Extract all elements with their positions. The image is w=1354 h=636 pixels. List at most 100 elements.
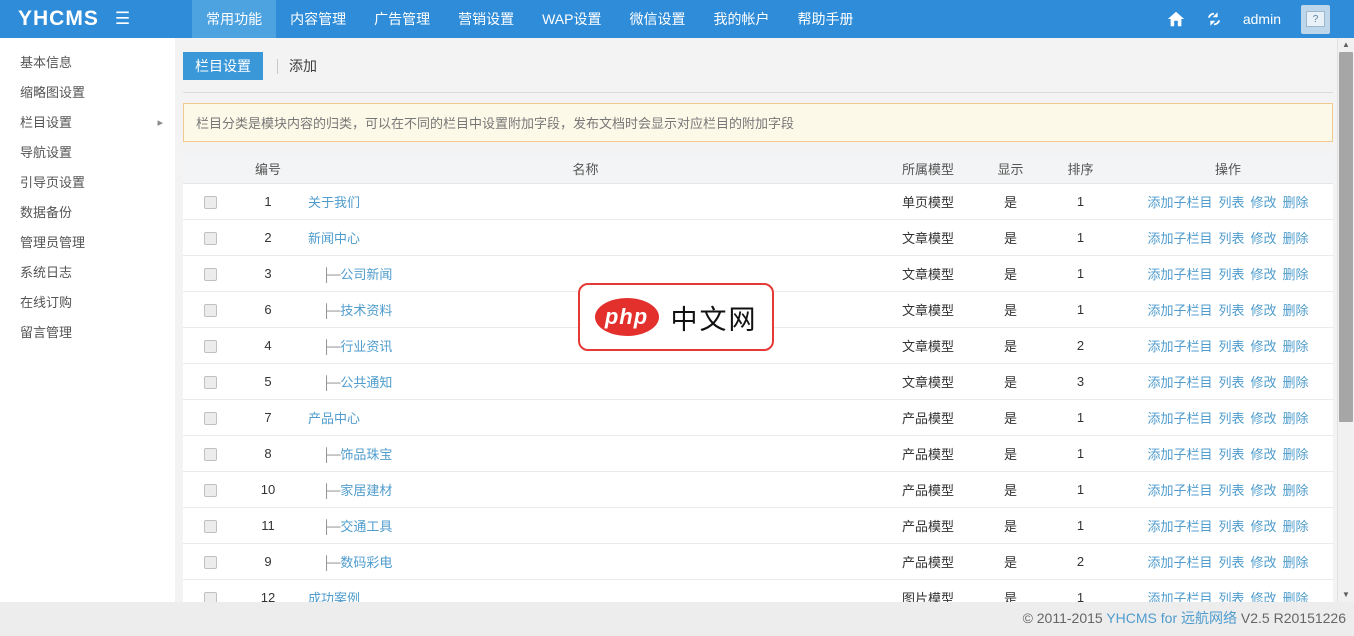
list-link[interactable]: 列表	[1218, 411, 1244, 426]
edit-link[interactable]: 修改	[1251, 267, 1277, 282]
edit-link[interactable]: 修改	[1251, 591, 1277, 603]
list-link[interactable]: 列表	[1218, 267, 1244, 282]
edit-link[interactable]: 修改	[1251, 231, 1277, 246]
avatar[interactable]: ?	[1301, 5, 1330, 34]
column-name-link[interactable]: 新闻中心	[308, 231, 360, 246]
list-link[interactable]: 列表	[1218, 231, 1244, 246]
column-name-link[interactable]: 技术资料	[340, 303, 392, 318]
list-link[interactable]: 列表	[1218, 447, 1244, 462]
add-subcolumn-link[interactable]: 添加子栏目	[1147, 339, 1212, 354]
row-checkbox[interactable]	[204, 520, 217, 533]
sidebar-item-basic-info[interactable]: 基本信息	[0, 48, 175, 78]
edit-link[interactable]: 修改	[1251, 411, 1277, 426]
add-subcolumn-link[interactable]: 添加子栏目	[1147, 267, 1212, 282]
scrollbar-thumb[interactable]	[1339, 52, 1353, 422]
tab-add[interactable]: 添加	[289, 56, 317, 76]
delete-link[interactable]: 删除	[1283, 267, 1309, 282]
list-link[interactable]: 列表	[1218, 339, 1244, 354]
row-checkbox[interactable]	[204, 556, 217, 569]
delete-link[interactable]: 删除	[1283, 303, 1309, 318]
delete-link[interactable]: 删除	[1283, 195, 1309, 210]
edit-link[interactable]: 修改	[1251, 447, 1277, 462]
sidebar-item-thumbnail-settings[interactable]: 缩略图设置	[0, 78, 175, 108]
app-logo[interactable]: YHCMS	[18, 7, 99, 31]
add-subcolumn-link[interactable]: 添加子栏目	[1147, 411, 1212, 426]
edit-link[interactable]: 修改	[1251, 555, 1277, 570]
row-checkbox[interactable]	[204, 376, 217, 389]
sidebar-item-admin-management[interactable]: 管理员管理	[0, 228, 175, 258]
scroll-up-icon[interactable]: ▲	[1338, 38, 1354, 52]
column-name-link[interactable]: 家居建材	[340, 483, 392, 498]
sidebar-item-nav-settings[interactable]: 导航设置	[0, 138, 175, 168]
list-link[interactable]: 列表	[1218, 303, 1244, 318]
nav-item-wechat-settings[interactable]: 微信设置	[615, 0, 699, 38]
column-name-link[interactable]: 行业资讯	[340, 339, 392, 354]
add-subcolumn-link[interactable]: 添加子栏目	[1147, 519, 1212, 534]
delete-link[interactable]: 删除	[1283, 375, 1309, 390]
sidebar-item-guide-page-settings[interactable]: 引导页设置	[0, 168, 175, 198]
column-name-link[interactable]: 关于我们	[308, 195, 360, 210]
sidebar-item-online-order[interactable]: 在线订购	[0, 288, 175, 318]
column-name-link[interactable]: 交通工具	[340, 519, 392, 534]
column-name-link[interactable]: 成功案例	[308, 591, 360, 603]
column-name-link[interactable]: 数码彩电	[340, 555, 392, 570]
row-checkbox[interactable]	[204, 412, 217, 425]
hamburger-menu-icon[interactable]: ☰	[115, 0, 130, 38]
row-checkbox[interactable]	[204, 484, 217, 497]
delete-link[interactable]: 删除	[1283, 339, 1309, 354]
row-checkbox[interactable]	[204, 592, 217, 602]
column-name-link[interactable]: 公司新闻	[340, 267, 392, 282]
refresh-icon[interactable]	[1205, 10, 1223, 28]
row-checkbox[interactable]	[204, 304, 217, 317]
nav-item-my-account[interactable]: 我的帐户	[699, 0, 783, 38]
nav-item-wap-settings[interactable]: WAP设置	[528, 0, 615, 38]
scroll-down-icon[interactable]: ▼	[1338, 588, 1354, 602]
edit-link[interactable]: 修改	[1251, 339, 1277, 354]
nav-item-ad-management[interactable]: 广告管理	[360, 0, 444, 38]
delete-link[interactable]: 删除	[1283, 411, 1309, 426]
add-subcolumn-link[interactable]: 添加子栏目	[1147, 231, 1212, 246]
add-subcolumn-link[interactable]: 添加子栏目	[1147, 483, 1212, 498]
nav-item-marketing-settings[interactable]: 营销设置	[444, 0, 528, 38]
edit-link[interactable]: 修改	[1251, 195, 1277, 210]
tab-column-settings[interactable]: 栏目设置	[183, 52, 263, 80]
edit-link[interactable]: 修改	[1251, 519, 1277, 534]
add-subcolumn-link[interactable]: 添加子栏目	[1147, 555, 1212, 570]
vertical-scrollbar[interactable]: ▲ ▼	[1337, 38, 1354, 602]
sidebar-item-system-log[interactable]: 系统日志	[0, 258, 175, 288]
sidebar-item-message-management[interactable]: 留言管理	[0, 318, 175, 348]
row-checkbox[interactable]	[204, 196, 217, 209]
nav-item-common-functions[interactable]: 常用功能	[192, 0, 276, 38]
delete-link[interactable]: 删除	[1283, 519, 1309, 534]
row-checkbox[interactable]	[204, 232, 217, 245]
add-subcolumn-link[interactable]: 添加子栏目	[1147, 591, 1212, 603]
edit-link[interactable]: 修改	[1251, 483, 1277, 498]
row-checkbox[interactable]	[204, 340, 217, 353]
add-subcolumn-link[interactable]: 添加子栏目	[1147, 375, 1212, 390]
footer-yhcms-link[interactable]: YHCMS for 远航网络	[1106, 610, 1237, 626]
delete-link[interactable]: 删除	[1283, 591, 1309, 603]
edit-link[interactable]: 修改	[1251, 303, 1277, 318]
delete-link[interactable]: 删除	[1283, 447, 1309, 462]
list-link[interactable]: 列表	[1218, 375, 1244, 390]
column-name-link[interactable]: 产品中心	[308, 411, 360, 426]
sidebar-item-data-backup[interactable]: 数据备份	[0, 198, 175, 228]
nav-item-help-manual[interactable]: 帮助手册	[783, 0, 867, 38]
delete-link[interactable]: 删除	[1283, 483, 1309, 498]
edit-link[interactable]: 修改	[1251, 375, 1277, 390]
row-checkbox[interactable]	[204, 448, 217, 461]
list-link[interactable]: 列表	[1218, 195, 1244, 210]
home-icon[interactable]	[1167, 10, 1185, 28]
list-link[interactable]: 列表	[1218, 591, 1244, 603]
list-link[interactable]: 列表	[1218, 483, 1244, 498]
list-link[interactable]: 列表	[1218, 555, 1244, 570]
list-link[interactable]: 列表	[1218, 519, 1244, 534]
column-name-link[interactable]: 饰品珠宝	[340, 447, 392, 462]
nav-item-content-management[interactable]: 内容管理	[276, 0, 360, 38]
add-subcolumn-link[interactable]: 添加子栏目	[1147, 303, 1212, 318]
add-subcolumn-link[interactable]: 添加子栏目	[1147, 447, 1212, 462]
column-name-link[interactable]: 公共通知	[340, 375, 392, 390]
row-checkbox[interactable]	[204, 268, 217, 281]
delete-link[interactable]: 删除	[1283, 231, 1309, 246]
add-subcolumn-link[interactable]: 添加子栏目	[1147, 195, 1212, 210]
